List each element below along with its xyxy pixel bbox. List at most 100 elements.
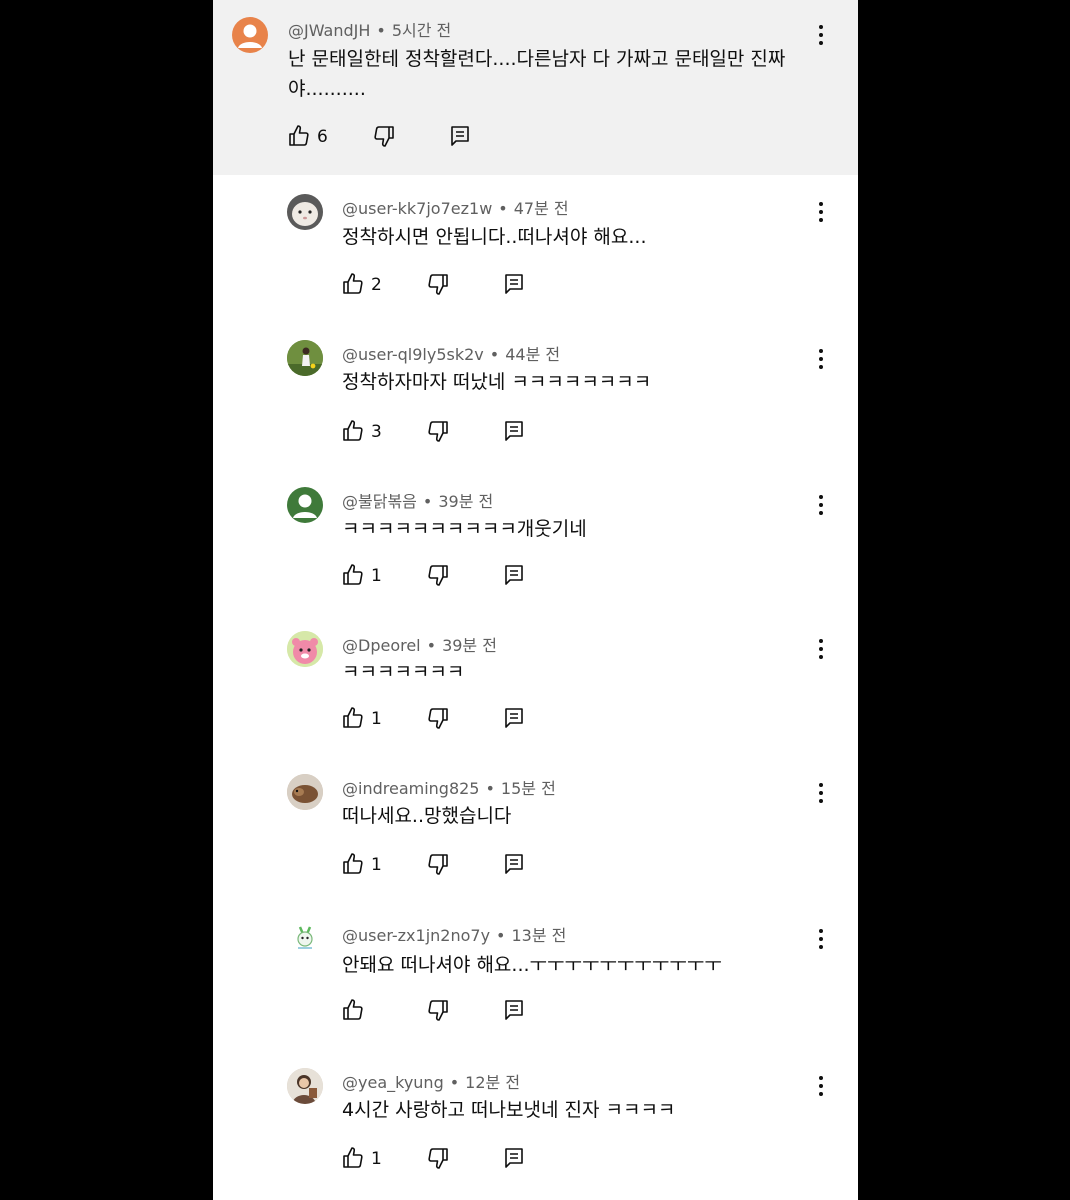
dislike-button[interactable] (426, 852, 450, 876)
timestamp[interactable]: 15분 전 (501, 779, 556, 798)
thumbs-down-icon (428, 708, 448, 729)
more-options-icon[interactable] (811, 199, 831, 225)
timestamp[interactable]: 12분 전 (465, 1073, 520, 1092)
rabbit-photo-icon (287, 194, 323, 230)
comment-text-line: 야.......... (288, 78, 366, 100)
reply-button[interactable] (502, 419, 526, 443)
timestamp[interactable]: 39분 전 (438, 492, 493, 511)
avatar[interactable] (232, 17, 268, 53)
like-button[interactable] (341, 419, 365, 443)
thumbs-down-icon (428, 421, 448, 442)
like-count: 1 (371, 855, 382, 875)
more-options-icon[interactable] (811, 346, 831, 372)
timestamp[interactable]: 39분 전 (442, 636, 497, 655)
timestamp[interactable]: 13분 전 (511, 926, 566, 945)
comment-meta: @JWandJH • 5시간 전 (288, 21, 452, 40)
thumbs-up-icon (289, 125, 309, 146)
reply-icon (505, 274, 523, 294)
reply-button[interactable] (502, 998, 526, 1022)
avatar[interactable] (287, 340, 323, 376)
author-handle[interactable]: @user-zx1jn2no7y (342, 926, 490, 945)
comment-meta: @user-ql9ly5sk2v • 44분 전 (342, 345, 561, 364)
dislike-button[interactable] (426, 563, 450, 587)
default-avatar-icon (293, 494, 317, 518)
reply-button[interactable] (502, 706, 526, 730)
like-count: 3 (371, 422, 382, 442)
like-button[interactable] (341, 1146, 365, 1170)
author-handle[interactable]: @user-ql9ly5sk2v (342, 345, 484, 364)
avatar[interactable] (287, 774, 323, 810)
avatar[interactable] (287, 487, 323, 523)
timestamp[interactable]: 5시간 전 (392, 21, 451, 40)
comment-actions: 2 (341, 272, 541, 302)
thumbs-up-icon (343, 853, 363, 874)
reply-button[interactable] (502, 563, 526, 587)
comment-text: ㅋㅋㅋㅋㅋㅋㅋㅋㅋㅋ개웃기네 (342, 518, 587, 540)
more-options-icon[interactable] (811, 780, 831, 806)
thumbs-up-icon (343, 999, 363, 1020)
more-options-icon[interactable] (811, 22, 831, 48)
dislike-button[interactable] (426, 706, 450, 730)
like-count: 1 (371, 1149, 382, 1169)
dislike-button[interactable] (426, 1146, 450, 1170)
dislike-button[interactable] (426, 272, 450, 296)
reply-icon (505, 708, 523, 728)
more-options-icon[interactable] (811, 926, 831, 952)
thumbs-up-icon (343, 273, 363, 294)
reply-icon (505, 854, 523, 874)
timestamp[interactable]: 47분 전 (514, 199, 569, 218)
thumbs-down-icon (428, 274, 448, 295)
like-button[interactable] (341, 706, 365, 730)
dislike-button[interactable] (426, 419, 450, 443)
cartoon-character-icon (287, 631, 323, 667)
comment-meta: @Dpeorel • 39분 전 (342, 636, 497, 655)
author-handle[interactable]: @JWandJH (288, 21, 370, 40)
comment-text: 정착하시면 안됩니다..떠나셔야 해요... (342, 226, 647, 248)
sports-photo-icon (287, 340, 323, 376)
comment-text: ㅋㅋㅋㅋㅋㅋㅋ (342, 661, 465, 683)
comment-text: 4시간 사랑하고 떠나보냇네 진자 ㅋㅋㅋㅋ (342, 1099, 676, 1121)
dislike-button[interactable] (426, 998, 450, 1022)
timestamp[interactable]: 44분 전 (505, 345, 560, 364)
comment-actions (341, 998, 541, 1028)
like-button[interactable] (287, 124, 311, 148)
comment-meta: @user-zx1jn2no7y • 13분 전 (342, 926, 567, 945)
thumbs-down-icon (374, 126, 394, 147)
author-handle[interactable]: @Dpeorel (342, 636, 421, 655)
reply-button[interactable] (502, 272, 526, 296)
avatar[interactable] (287, 194, 323, 230)
comment-meta: @user-kk7jo7ez1w • 47분 전 (342, 199, 569, 218)
reply-button[interactable] (448, 124, 472, 148)
reply-icon (505, 421, 523, 441)
highlighted-comment: @JWandJH • 5시간 전 난 문태일한테 정착할련다....다른남자 다 가… (213, 0, 858, 175)
like-button[interactable] (341, 272, 365, 296)
comment-meta: @불닭볶음 • 39분 전 (342, 492, 494, 511)
dislike-button[interactable] (372, 124, 396, 148)
comment-actions: 3 (341, 419, 541, 449)
author-handle[interactable]: @yea_kyung (342, 1073, 444, 1092)
author-handle[interactable]: @indreaming825 (342, 779, 479, 798)
author-handle[interactable]: @불닭볶음 (342, 492, 417, 511)
comment-actions: 1 (341, 706, 541, 736)
like-button[interactable] (341, 563, 365, 587)
reply-button[interactable] (502, 852, 526, 876)
like-button[interactable] (341, 852, 365, 876)
avatar[interactable] (287, 1068, 323, 1104)
avatar[interactable] (287, 631, 323, 667)
comment-meta: @indreaming825 • 15분 전 (342, 779, 556, 798)
thumbs-down-icon (428, 1000, 448, 1021)
like-count: 2 (371, 275, 382, 295)
comment-meta: @yea_kyung • 12분 전 (342, 1073, 521, 1092)
comment-actions: 1 (341, 1146, 541, 1176)
comments-panel: @JWandJH • 5시간 전 난 문태일한테 정착할련다....다른남자 다 가… (213, 0, 858, 1200)
more-options-icon[interactable] (811, 1073, 831, 1099)
more-options-icon[interactable] (811, 492, 831, 518)
author-handle[interactable]: @user-kk7jo7ez1w (342, 199, 492, 218)
default-avatar-icon (238, 24, 262, 48)
avatar[interactable] (287, 921, 323, 957)
reply-button[interactable] (502, 1146, 526, 1170)
like-count: 6 (317, 127, 328, 147)
like-button[interactable] (341, 998, 365, 1022)
more-options-icon[interactable] (811, 636, 831, 662)
reply-icon (505, 1000, 523, 1020)
